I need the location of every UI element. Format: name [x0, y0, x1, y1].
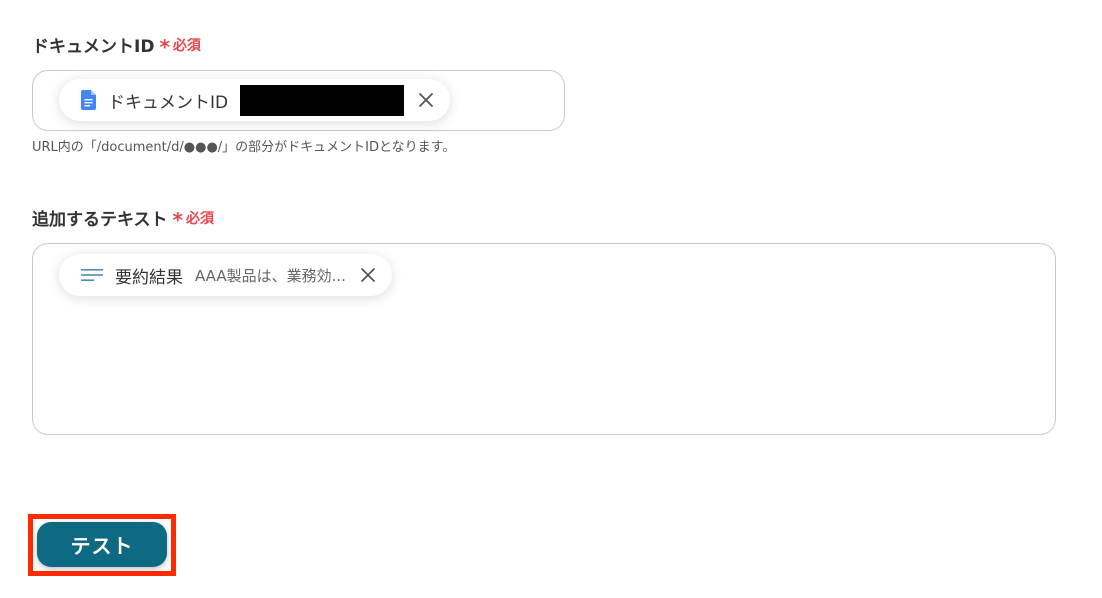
append-text-chip-value: AAA製品は、業務効... — [195, 266, 346, 285]
append-text-chip[interactable]: 要約結果 AAA製品は、業務効... — [59, 254, 392, 296]
document-id-input[interactable]: ドキュメントID — [32, 70, 565, 131]
close-icon[interactable] — [356, 263, 380, 287]
form-page: ドキュメントID * 必須 ドキュメントID URL内の「/document/d… — [0, 0, 1102, 598]
required-asterisk: * — [172, 207, 183, 232]
required-badge: 必須 — [172, 37, 201, 54]
test-button[interactable]: テスト — [37, 522, 167, 567]
document-id-help-text: URL内の「/document/d/●●●/」の部分がドキュメントIDとなります… — [32, 140, 456, 155]
document-id-chip[interactable]: ドキュメントID — [59, 79, 451, 121]
document-id-chip-label: ドキュメントID — [108, 92, 229, 113]
append-text-textarea[interactable]: 要約結果 AAA製品は、業務効... — [32, 243, 1056, 435]
document-id-label: ドキュメントID * 必須 — [32, 32, 201, 59]
google-docs-icon — [81, 90, 96, 110]
append-text-label-text: 追加するテキスト — [32, 210, 168, 230]
redacted-value — [240, 84, 405, 116]
document-id-label-text: ドキュメントID — [32, 37, 155, 57]
append-text-chip-label: 要約結果 — [115, 267, 183, 288]
required-asterisk: * — [159, 34, 170, 59]
text-lines-icon — [81, 268, 103, 282]
append-text-label: 追加するテキスト * 必須 — [32, 205, 214, 232]
required-badge: 必須 — [185, 210, 214, 227]
close-icon[interactable] — [414, 88, 438, 112]
